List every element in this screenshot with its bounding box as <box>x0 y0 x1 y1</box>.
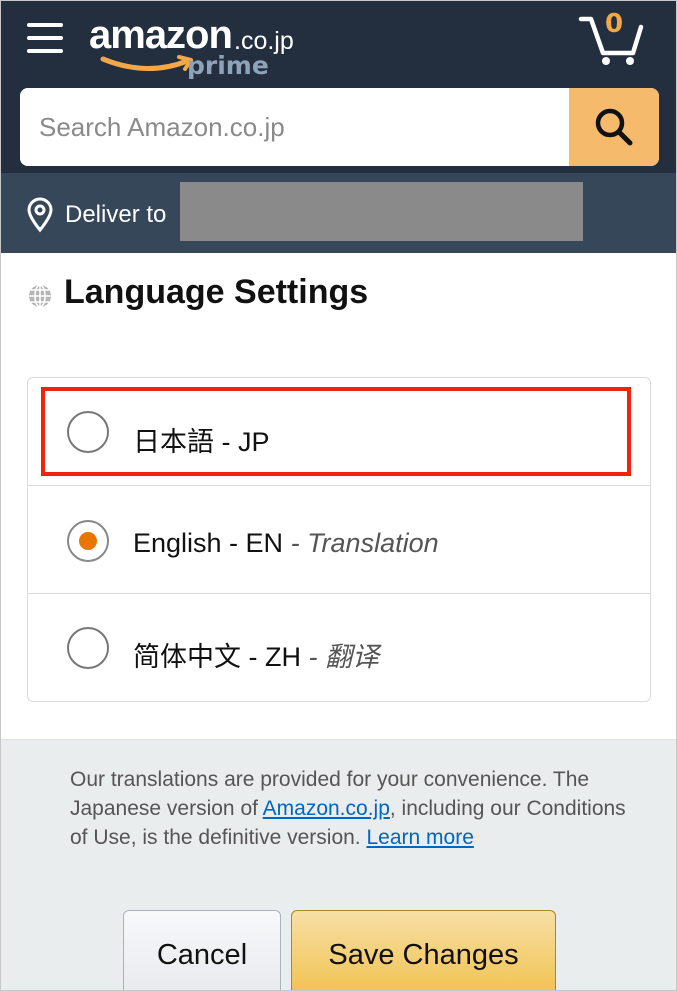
deliver-to-label: Deliver to <box>65 201 167 228</box>
cart-button[interactable]: 0 <box>577 9 647 67</box>
learn-more-link[interactable]: Learn more <box>366 826 473 849</box>
logo-smile-icon <box>100 55 193 71</box>
translation-note-zh: 翻译 <box>325 642 379 672</box>
language-label-zh: 简体中文 - ZH - 翻译 <box>133 642 379 672</box>
location-pin-icon <box>27 197 53 233</box>
search-input[interactable] <box>20 88 569 166</box>
redacted-address <box>180 182 583 241</box>
logo-prime: prime <box>187 51 269 80</box>
app-frame: amazon .co.jp prime 0 Search Amazon.co.j… <box>0 0 677 991</box>
language-label-en: English - EN - Translation <box>133 528 439 558</box>
top-header: amazon .co.jp prime 0 <box>1 1 676 173</box>
hamburger-menu-icon[interactable] <box>27 23 63 57</box>
language-name-jp: 日本語 - JP <box>133 427 270 457</box>
cancel-button[interactable]: Cancel <box>123 910 281 990</box>
language-name-en: English - EN <box>133 528 284 558</box>
globe-icon <box>29 284 51 308</box>
page-title: Language Settings <box>64 273 369 311</box>
search-button[interactable] <box>569 88 659 166</box>
translation-note-en: Translation <box>307 528 439 558</box>
language-name-zh: 简体中文 - ZH <box>133 642 301 672</box>
radio-zh[interactable] <box>67 627 109 669</box>
language-option-jp[interactable]: 日本語 - JP <box>28 378 650 486</box>
search-bar <box>20 88 659 166</box>
search-icon <box>595 108 633 146</box>
language-option-zh[interactable]: 简体中文 - ZH - 翻译 <box>28 594 650 702</box>
radio-jp[interactable] <box>67 411 109 453</box>
radio-en[interactable] <box>67 520 109 562</box>
language-option-en[interactable]: English - EN - Translation <box>28 486 650 594</box>
translation-disclaimer: Our translations are provided for your c… <box>70 765 630 852</box>
language-label-jp: 日本語 - JP <box>133 420 270 459</box>
save-changes-button[interactable]: Save Changes <box>291 910 556 990</box>
cart-count: 0 <box>605 9 624 39</box>
language-options: 日本語 - JP English - EN - Translation 简体中文… <box>27 377 651 702</box>
amazon-prime-logo[interactable]: amazon .co.jp prime <box>89 13 319 80</box>
amazon-site-link[interactable]: Amazon.co.jp <box>263 797 390 820</box>
